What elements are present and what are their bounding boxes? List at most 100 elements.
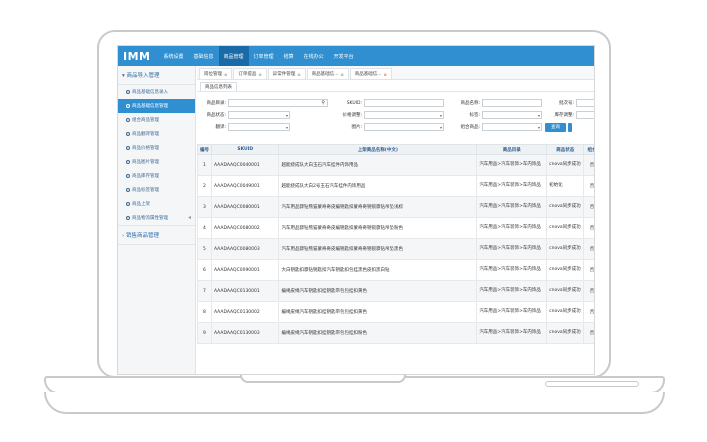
- table-row[interactable]: 4 AAADAAQC0080002 汽车用品骤钻熊猫蒙奇奇皮编钥匙扣蒙奇奇钥锁骤钻吊…: [197, 217, 594, 239]
- table-row[interactable]: 9 AAADAAQC0130003 编绳皮绳汽车钥匙扣挂钥匙带包包挂扣粉色 汽车用品>…: [197, 322, 594, 344]
- sidebar-item-label: 商品基础信息管理: [132, 104, 168, 109]
- close-icon[interactable]: ⊗: [340, 72, 343, 77]
- laptop-mockup: IMM 系统设置 基础信息 商品管理 订单管理 结算 在线办公 开发平台 ▾ 商品导入管理 …: [0, 0, 707, 442]
- sidebar-item-label: 商品上架: [132, 202, 150, 207]
- chevron-down-icon: ▾: [285, 125, 288, 130]
- sidebar-item-8[interactable]: 商品上架: [118, 197, 195, 211]
- table-row[interactable]: 6 AAADAAQC0090001 大白钥匙扣骤钻钥匙扣汽车钥匙扣包挂黑色皮扣黑白钻…: [197, 259, 594, 281]
- combo-select[interactable]: ▾: [482, 123, 542, 131]
- menu-item-0[interactable]: 系统设置: [159, 46, 189, 66]
- category-input[interactable]: ⚲: [228, 99, 328, 107]
- cell-sku: AAADAAQC0049001: [210, 175, 280, 197]
- tab-2[interactable]: 异常件管理 ⊗: [267, 68, 306, 79]
- sidebar-item-4[interactable]: 商品价格管理: [118, 141, 195, 155]
- cell-status: cnova同步成功: [546, 154, 585, 176]
- price-adj-select[interactable]: ▾: [364, 111, 444, 119]
- chevron-down-icon: ▾: [285, 113, 288, 118]
- cell-status: 初始化: [546, 175, 585, 197]
- sidebar-item-3[interactable]: 商品翻译管理: [118, 127, 195, 141]
- column-header[interactable]: 商品状态: [546, 144, 585, 155]
- sidebar-item-1[interactable]: 商品基础信息管理: [118, 99, 195, 113]
- tab-1[interactable]: 订单提品 ⊗: [233, 68, 267, 79]
- cell-combo: 否: [583, 280, 594, 302]
- search-button[interactable]: 查询: [545, 122, 566, 132]
- tab-4[interactable]: 商品基础信... ⊗: [349, 68, 392, 79]
- sidebar-item-6[interactable]: 商品库存管理: [118, 169, 195, 183]
- cell-sku: AAADAAQC0080001: [210, 196, 280, 218]
- tab-bar: 岗位管理 ⊗ 订单提品 ⊗ 异常件管理 ⊗ 商品基础信... ⊗ 商品基础信... ⊗: [197, 66, 594, 80]
- column-header[interactable]: SKUID: [210, 144, 280, 155]
- tab-product-info-list[interactable]: 商品信息列表: [200, 82, 237, 91]
- tag-select[interactable]: ▾: [482, 111, 542, 119]
- cell-status: cnova同步成功: [546, 217, 585, 239]
- app-logo: IMM: [123, 49, 151, 63]
- image-select[interactable]: ▾: [364, 123, 444, 131]
- laptop-port: [545, 381, 639, 387]
- menu-item-4[interactable]: 结算: [279, 46, 299, 66]
- sidebar-item-9[interactable]: 商品物流属性管理: [118, 211, 195, 225]
- sidebar-group-sales[interactable]: › 销售商品管理: [118, 225, 195, 245]
- skuid-label: SKUID:: [346, 100, 362, 106]
- tab-3[interactable]: 商品基础信... ⊗: [306, 68, 349, 79]
- tab-0[interactable]: 岗位管理 ⊗: [199, 68, 233, 79]
- batch-input[interactable]: [576, 99, 594, 107]
- cell-combo: 否: [583, 217, 594, 239]
- sidebar-item-5[interactable]: 商品图片管理: [118, 155, 195, 169]
- stock-adj-label: 库存调整:: [554, 113, 574, 118]
- cell-cat: 汽车用品>汽车装饰>车内饰品: [476, 154, 548, 176]
- cell-no: 3: [197, 196, 212, 218]
- table-row[interactable]: 7 AAADAAQC0130001 编绳皮绳汽车钥匙扣挂钥匙带包包挂扣黄色 汽车用品>…: [197, 280, 594, 302]
- close-icon[interactable]: ⊗: [224, 72, 227, 77]
- cell-name: 汽车用品骤钻熊猫蒙奇奇皮编钥匙扣蒙奇奇钥锁骤钻吊坠浅棕: [278, 196, 478, 218]
- table-row[interactable]: 8 AAADAAQC0130002 编绳皮绳汽车钥匙扣挂钥匙带包包挂扣黄色 汽车用品>…: [197, 301, 594, 323]
- cell-cat: 汽车用品>汽车装饰>车内饰品: [476, 301, 548, 323]
- cell-cat: 汽车用品>汽车装饰>车内饰品: [476, 322, 548, 344]
- filter-row-3: 翻译: ▾ 图片: ▾ 组合商品: ▾ 查询: [200, 121, 594, 133]
- table-row[interactable]: 2 AAADAAQC0049001 越能绕成队大白2号玉石汽车挂件内饰用品 汽车用品>…: [197, 175, 594, 197]
- sidebar-item-0[interactable]: 商品基础信息录入: [118, 85, 195, 99]
- status-select[interactable]: ▾: [228, 111, 290, 119]
- tab-label: 商品基础信...: [311, 72, 339, 77]
- cell-sku: AAADAAQC0130001: [210, 280, 280, 302]
- cell-cat: 汽车用品>汽车装饰>车内饰品: [476, 238, 548, 260]
- name-input[interactable]: [482, 99, 542, 107]
- close-icon[interactable]: ⊗: [384, 72, 387, 77]
- circle-icon: [126, 90, 130, 94]
- menu-item-3[interactable]: 订单管理: [249, 46, 279, 66]
- sidebar-item-2[interactable]: 组合商品管理: [118, 113, 195, 127]
- tab-label: 订单提品: [238, 72, 257, 77]
- sidebar-item-label: 商品翻译管理: [132, 132, 159, 137]
- top-navbar: IMM 系统设置 基础信息 商品管理 订单管理 结算 在线办公 开发平台: [118, 46, 594, 66]
- table-row[interactable]: 5 AAADAAQC0080003 汽车用品骤钻熊猫蒙奇奇皮编钥匙扣蒙奇奇钥锁骤钻吊…: [197, 238, 594, 260]
- sidebar-item-7[interactable]: 商品标签管理: [118, 183, 195, 197]
- cell-sku: AAADAAQC0040001: [210, 154, 280, 176]
- cell-cat: 汽车用品>汽车装饰>车内饰品: [476, 217, 548, 239]
- table-row[interactable]: 1 AAADAAQC0040001 越能绕成队大白玉石汽车挂件内饰用品 汽车用品>汽车…: [197, 154, 594, 176]
- skuid-input[interactable]: [364, 99, 444, 107]
- translate-select[interactable]: ▾: [228, 123, 290, 131]
- column-header[interactable]: 商品目录: [476, 144, 548, 155]
- cell-cat: 汽车用品>汽车装饰>车内饰品: [476, 280, 548, 302]
- product-table: 编号SKUID上架商品名称(中文)商品目录商品状态组合翻译 1AAADAAQC0…: [197, 144, 594, 344]
- sidebar-group-product-import[interactable]: ▾ 商品导入管理: [118, 66, 195, 85]
- circle-icon: [126, 118, 130, 122]
- menu-item-6[interactable]: 开发平台: [329, 46, 359, 66]
- stock-adj-select[interactable]: [576, 111, 594, 119]
- main-content: 岗位管理 ⊗ 订单提品 ⊗ 异常件管理 ⊗ 商品基础信... ⊗ 商品基础信... ⊗ 商品信息列…: [197, 66, 594, 374]
- cell-sku: AAADAAQC0090001: [210, 259, 280, 281]
- table-row[interactable]: 3 AAADAAQC0080001 汽车用品骤钻熊猫蒙奇奇皮编钥匙扣蒙奇奇钥锁骤钻吊…: [197, 196, 594, 218]
- menu-item-5[interactable]: 在线办公: [299, 46, 329, 66]
- menu-item-1[interactable]: 基础信息: [189, 46, 219, 66]
- collapse-arrow-icon[interactable]: ◂: [188, 214, 191, 221]
- close-icon[interactable]: ⊗: [297, 72, 300, 77]
- search-icon[interactable]: ⚲: [321, 100, 325, 106]
- cell-no: 7: [197, 280, 212, 302]
- column-header[interactable]: 组合: [583, 144, 594, 155]
- close-icon[interactable]: ⊗: [258, 72, 261, 77]
- menu-item-2[interactable]: 商品管理: [218, 46, 249, 66]
- sidebar-items: 商品基础信息录入商品基础信息管理组合商品管理商品翻译管理商品价格管理 商品图片管理…: [118, 85, 195, 225]
- column-header[interactable]: 上架商品名称(中文): [278, 144, 478, 155]
- extra-button[interactable]: [568, 122, 572, 132]
- cell-status: cnova同步成功: [546, 301, 585, 323]
- column-header[interactable]: 编号: [197, 144, 212, 155]
